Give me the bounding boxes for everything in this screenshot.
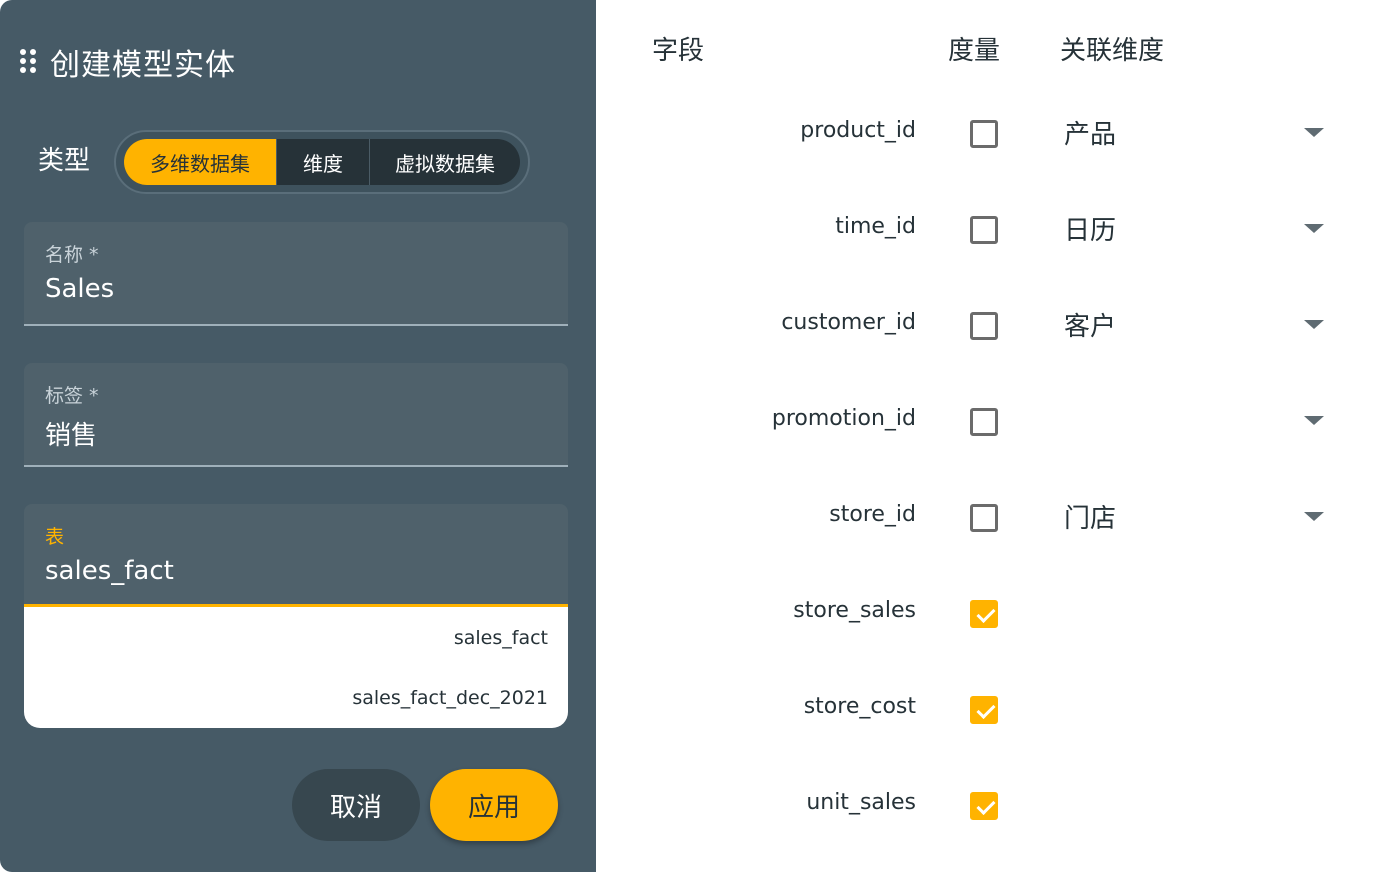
name-field-label: 名称 * bbox=[45, 244, 99, 266]
entity-form-panel: 创建模型实体 类型 多维数据集 维度 虚拟数据集 名称 * Sales 标签 *… bbox=[0, 0, 596, 872]
table-option-sales-fact-dec-2021[interactable]: sales_fact_dec_2021 bbox=[352, 687, 548, 709]
column-field-name: product_id bbox=[800, 118, 916, 143]
type-selector: 多维数据集 维度 虚拟数据集 bbox=[114, 130, 530, 194]
dimension-select[interactable]: 产品 bbox=[1064, 114, 1326, 150]
type-option-virtual-cube[interactable]: 虚拟数据集 bbox=[369, 139, 520, 185]
drag-handle-icon[interactable] bbox=[20, 49, 38, 75]
dimension-select[interactable]: 门店 bbox=[1064, 498, 1326, 534]
column-field-name: customer_id bbox=[781, 310, 916, 335]
dialog-header: 创建模型实体 bbox=[20, 40, 236, 84]
table-option-sales-fact[interactable]: sales_fact bbox=[454, 627, 548, 649]
measure-checkbox-checked[interactable] bbox=[970, 696, 998, 724]
dialog-title: 创建模型实体 bbox=[50, 48, 236, 83]
column-field-name: promotion_id bbox=[771, 406, 916, 431]
column-row: store_sales bbox=[596, 598, 1390, 694]
column-row: promotion_id bbox=[596, 406, 1390, 502]
create-model-entity-dialog: 创建模型实体 类型 多维数据集 维度 虚拟数据集 名称 * Sales 标签 *… bbox=[0, 0, 1390, 872]
measure-checkbox-checked[interactable] bbox=[970, 600, 998, 628]
columns-panel: 字段 度量 关联维度 product_id 产品 time_id 日历 cust… bbox=[596, 0, 1390, 872]
dimension-select-value: 客户 bbox=[1064, 312, 1117, 342]
measure-checkbox[interactable] bbox=[970, 408, 998, 436]
column-field-name: store_cost bbox=[803, 694, 916, 719]
column-field-name: store_id bbox=[829, 502, 916, 527]
name-field[interactable]: 名称 * Sales bbox=[24, 222, 568, 326]
column-row: product_id 产品 bbox=[596, 118, 1390, 214]
column-row: unit_sales bbox=[596, 790, 1390, 872]
caret-down-icon bbox=[1304, 128, 1324, 137]
caret-down-icon bbox=[1304, 224, 1324, 233]
caption-field-value[interactable]: 销售 bbox=[45, 415, 97, 452]
measure-checkbox[interactable] bbox=[970, 312, 998, 340]
table-select-label: 表 bbox=[45, 526, 65, 548]
measure-checkbox[interactable] bbox=[970, 120, 998, 148]
caption-field[interactable]: 标签 * 销售 bbox=[24, 363, 568, 467]
column-row: customer_id 客户 bbox=[596, 310, 1390, 406]
column-row: store_cost bbox=[596, 694, 1390, 790]
caret-down-icon bbox=[1304, 320, 1324, 329]
dimension-select-value: 产品 bbox=[1064, 120, 1117, 150]
apply-button[interactable]: 应用 bbox=[430, 769, 558, 841]
caret-down-icon bbox=[1304, 512, 1324, 521]
column-row: time_id 日历 bbox=[596, 214, 1390, 310]
caption-field-label: 标签 * bbox=[45, 385, 99, 407]
dimension-select[interactable]: 客户 bbox=[1064, 306, 1326, 342]
cancel-button[interactable]: 取消 bbox=[292, 769, 420, 841]
dimension-select[interactable]: 日历 bbox=[1064, 210, 1326, 246]
type-label: 类型 bbox=[38, 146, 91, 176]
measure-checkbox[interactable] bbox=[970, 504, 998, 532]
column-field-name: time_id bbox=[835, 214, 916, 239]
column-header-dimension: 关联维度 bbox=[1060, 36, 1165, 66]
dimension-select-value: 门店 bbox=[1064, 504, 1117, 534]
table-select-value[interactable]: sales_fact bbox=[45, 556, 174, 586]
type-option-dimension[interactable]: 维度 bbox=[276, 139, 369, 185]
column-field-name: unit_sales bbox=[806, 790, 916, 815]
caret-down-icon bbox=[1304, 416, 1324, 425]
column-header-field: 字段 bbox=[652, 36, 705, 66]
measure-checkbox-checked[interactable] bbox=[970, 792, 998, 820]
measure-checkbox[interactable] bbox=[970, 216, 998, 244]
column-row: store_id 门店 bbox=[596, 502, 1390, 598]
table-select[interactable]: 表 sales_fact bbox=[24, 504, 568, 608]
table-options-menu: sales_fact sales_fact_dec_2021 bbox=[24, 607, 568, 728]
dimension-select-value: 日历 bbox=[1064, 216, 1117, 246]
type-option-cube[interactable]: 多维数据集 bbox=[124, 139, 276, 185]
name-field-value[interactable]: Sales bbox=[45, 274, 114, 304]
dimension-select[interactable] bbox=[1064, 402, 1326, 438]
column-field-name: store_sales bbox=[793, 598, 916, 623]
column-header-measure: 度量 bbox=[948, 36, 1001, 66]
